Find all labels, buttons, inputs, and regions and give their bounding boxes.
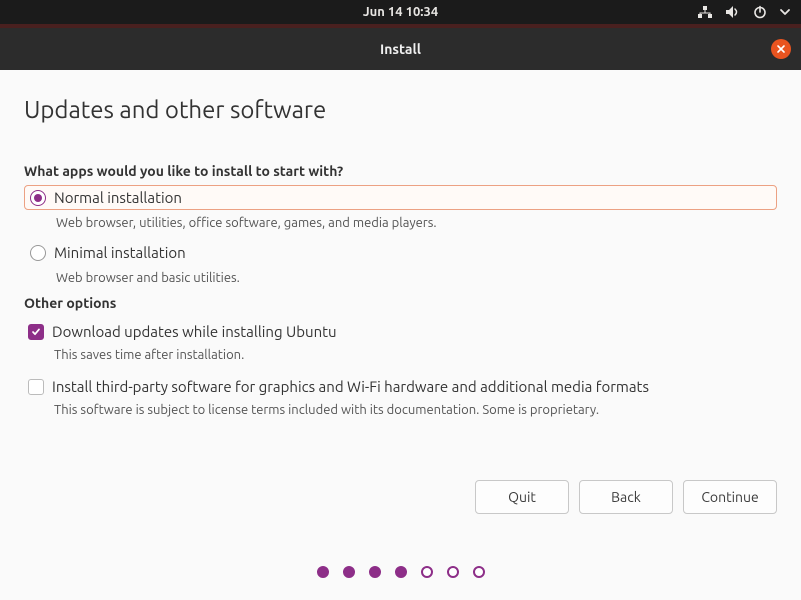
radio-minimal-installation[interactable]: Minimal installation (24, 240, 777, 265)
close-icon (776, 44, 786, 54)
checkbox-indicator (28, 379, 44, 395)
system-topbar: Jun 14 10:34 (0, 0, 801, 24)
progress-dots (0, 566, 801, 578)
progress-dot (317, 566, 329, 578)
radio-label: Normal installation (54, 189, 182, 206)
network-icon[interactable] (697, 5, 713, 19)
power-icon[interactable] (753, 5, 767, 19)
quit-button[interactable]: Quit (475, 480, 569, 514)
checkbox-download-updates[interactable]: Download updates while installing Ubuntu (24, 321, 777, 342)
radio-minimal-desc: Web browser and basic utilities. (56, 271, 777, 285)
other-options-title: Other options (24, 295, 777, 311)
checkbox-third-party[interactable]: Install third-party software for graphic… (24, 376, 777, 397)
continue-button[interactable]: Continue (683, 480, 777, 514)
checkbox-download-desc: This saves time after installation. (54, 348, 777, 362)
volume-icon[interactable] (725, 5, 741, 19)
topbar-datetime: Jun 14 10:34 (363, 5, 438, 19)
radio-normal-installation[interactable]: Normal installation (24, 185, 777, 210)
checkbox-label: Download updates while installing Ubuntu (52, 323, 337, 340)
progress-dot (447, 566, 459, 578)
radio-normal-desc: Web browser, utilities, office software,… (56, 216, 777, 230)
radio-label: Minimal installation (54, 244, 186, 261)
checkbox-indicator (28, 324, 44, 340)
back-button[interactable]: Back (579, 480, 673, 514)
chevron-down-icon[interactable] (779, 6, 791, 18)
page-heading: Updates and other software (24, 96, 777, 123)
topbar-indicators (697, 0, 791, 24)
progress-dot (473, 566, 485, 578)
installer-content: Updates and other software What apps wou… (0, 70, 801, 417)
checkbox-label: Install third-party software for graphic… (52, 378, 649, 395)
apps-question: What apps would you like to install to s… (24, 163, 777, 179)
check-icon (31, 327, 41, 337)
window-title: Install (380, 41, 421, 57)
close-button[interactable] (771, 39, 791, 59)
window-titlebar: Install (0, 28, 801, 70)
radio-indicator (30, 190, 46, 206)
progress-dot (421, 566, 433, 578)
radio-indicator (30, 245, 46, 261)
progress-dot (395, 566, 407, 578)
progress-dot (369, 566, 381, 578)
progress-dot (343, 566, 355, 578)
button-bar: Quit Back Continue (475, 480, 777, 514)
checkbox-third-party-desc: This software is subject to license term… (54, 403, 777, 417)
